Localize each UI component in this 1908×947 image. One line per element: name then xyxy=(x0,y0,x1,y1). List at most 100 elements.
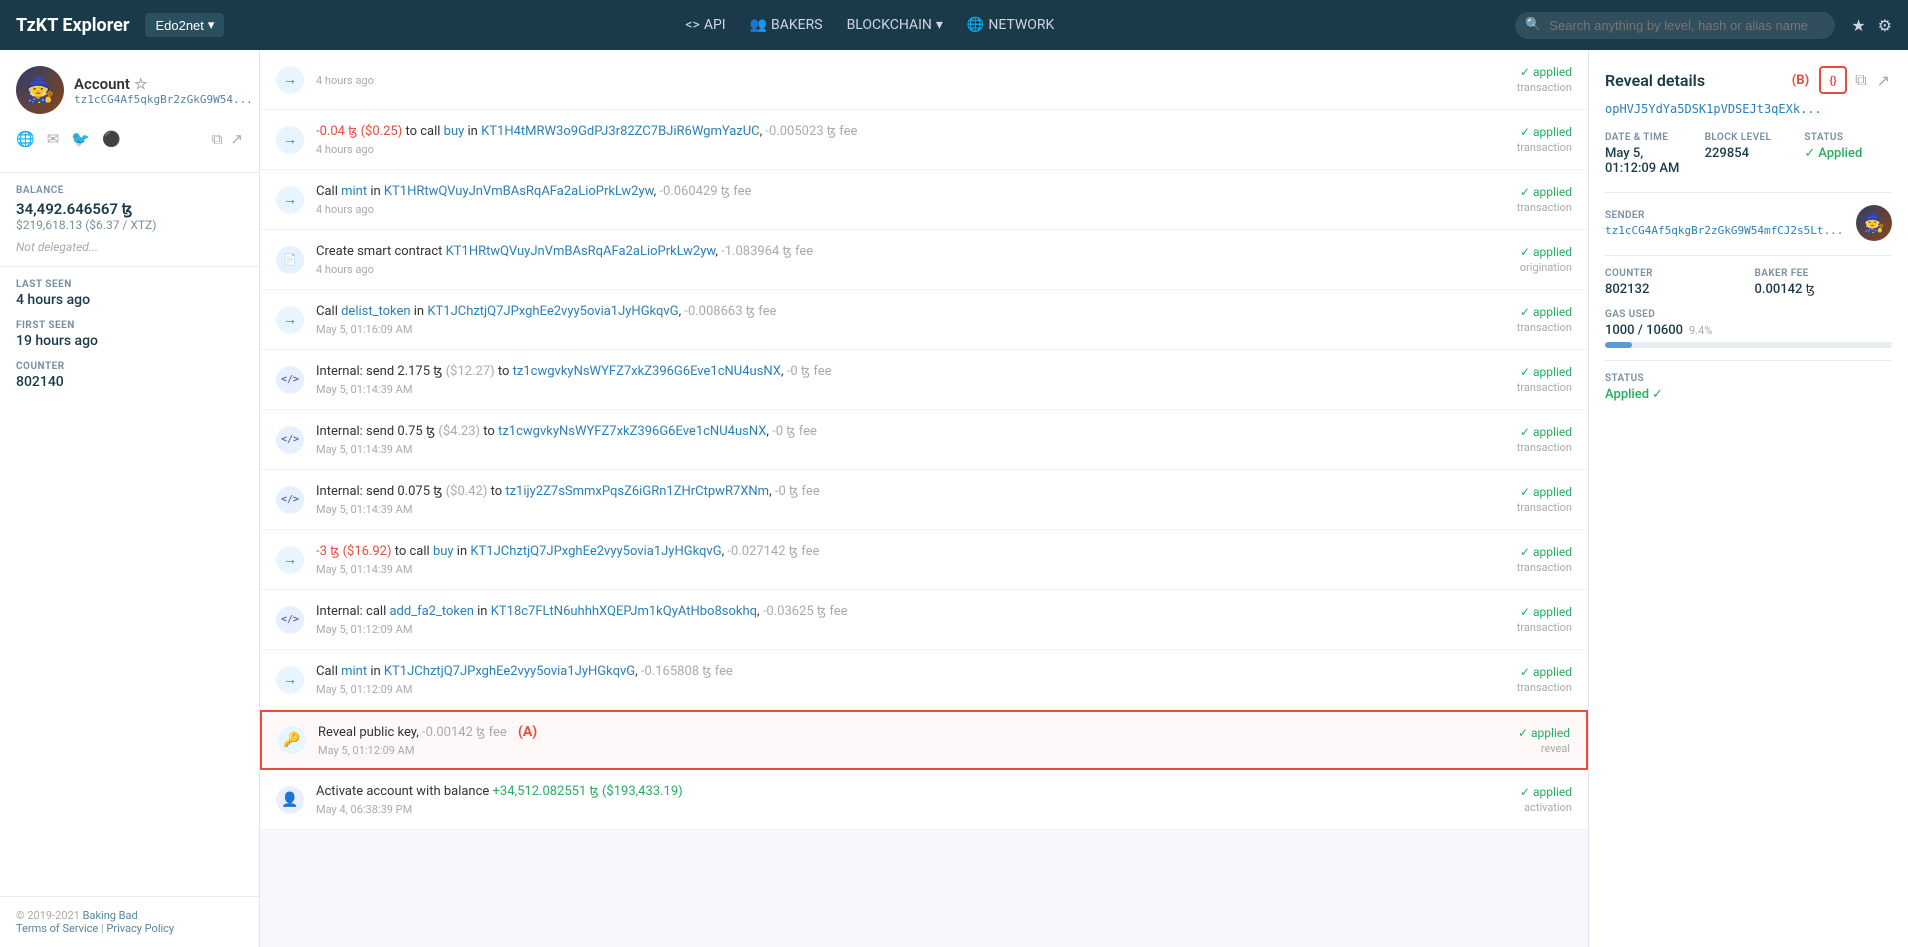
gas-bar-container xyxy=(1605,342,1892,348)
nav-bakers[interactable]: 👥 BAKERS xyxy=(750,17,823,33)
table-row[interactable]: 👤 Activate account with balance +34,512.… xyxy=(260,770,1588,830)
sender-address[interactable]: tz1cCG4Af5qkgBr2zGkG9W54mfCJ2s5Lt... xyxy=(1605,224,1843,237)
reveal-hash[interactable]: opHVJ5YdYa5DSK1pVDSEJt3qEXk... xyxy=(1605,102,1892,116)
tx-internal-icon: </> xyxy=(276,606,304,634)
tx-key-icon: 🔑 xyxy=(278,726,306,754)
tx-address-link[interactable]: tz1ijy2Z7sSmmxPqsZ6iGRn1ZHrCtpwR7XNm xyxy=(505,484,769,499)
tx-contract-link[interactable]: KT1HRtwQVuyJnVmBAsRqAFa2aLioPrkLw2yw xyxy=(384,184,654,199)
tx-body: Reveal public key, -0.00142 ꜩ fee (A) Ma… xyxy=(318,723,1468,758)
counter-baker-fee-row: Counter 802132 Baker fee 0.00142 ꜩ xyxy=(1605,268,1892,297)
table-row-reveal[interactable]: 🔑 Reveal public key, -0.00142 ꜩ fee (A) … xyxy=(260,710,1588,770)
baking-bad-link[interactable]: Baking Bad xyxy=(83,909,138,922)
tx-internal-icon: </> xyxy=(276,366,304,394)
tx-action-link[interactable]: add_fa2_token xyxy=(389,604,473,619)
search-input[interactable] xyxy=(1515,12,1835,39)
table-row[interactable]: </> Internal: send 2.175 ꜩ ($12.27) to t… xyxy=(260,350,1588,410)
stats-section: LAST SEEN 4 hours ago FIRST SEEN 19 hour… xyxy=(0,267,259,414)
tx-body: -3 ꜩ ($16.92) to call buy in KT1JChztjQ7… xyxy=(316,543,1470,576)
table-row[interactable]: 📄 Create smart contract KT1HRtwQVuyJnVmB… xyxy=(260,230,1588,290)
tx-body: Create smart contract KT1HRtwQVuyJnVmBAs… xyxy=(316,243,1470,276)
reveal-title: Reveal details xyxy=(1605,71,1705,90)
tx-contract-link[interactable]: KT1JChztjQ7JPxghEe2vyy5ovia1JyHGkqvG xyxy=(427,304,678,319)
table-row[interactable]: → Call mint in KT1JChztjQ7JPxghEe2vyy5ov… xyxy=(260,650,1588,710)
last-seen-stat: LAST SEEN 4 hours ago xyxy=(16,279,243,308)
account-info: Account ☆ tz1cCG4Af5qkgBr2zGkG9W54... xyxy=(74,75,253,106)
tx-action-link[interactable]: buy xyxy=(444,124,465,139)
settings-icon[interactable]: ⚙ xyxy=(1878,16,1892,35)
gas-bar-fill xyxy=(1605,342,1632,348)
globe-icon[interactable]: 🌐 xyxy=(16,130,35,148)
reveal-header: Reveal details (B) {} ⧉ ↗ xyxy=(1605,66,1892,94)
table-row[interactable]: → Call mint in KT1HRtwQVuyJnVmBAsRqAFa2a… xyxy=(260,170,1588,230)
globe-icon: 🌐 xyxy=(967,17,984,33)
tx-contract-link[interactable]: KT1JChztjQ7JPxghEe2vyy5ovia1JyHGkqvG xyxy=(384,664,635,679)
tx-address-link[interactable]: tz1cwgvkyNsWYFZ7xkZ396G6Eve1cNU4usNX xyxy=(498,424,766,439)
copy-icon[interactable]: ⧉ xyxy=(1853,68,1868,92)
divider xyxy=(1605,192,1892,193)
account-section: 🧙 Account ☆ tz1cCG4Af5qkgBr2zGkG9W54... … xyxy=(0,50,259,173)
tx-internal-icon: </> xyxy=(276,486,304,514)
tx-address-link[interactable]: tz1cwgvkyNsWYFZ7xkZ396G6Eve1cNU4usNX xyxy=(513,364,781,379)
tx-arrow-icon: → xyxy=(276,186,304,214)
counter-stat: COUNTER 802140 xyxy=(16,361,243,390)
first-seen-stat: FIRST SEEN 19 hours ago xyxy=(16,320,243,349)
logo: TzKT Explorer xyxy=(16,15,129,36)
table-row[interactable]: → Call delist_token in KT1JChztjQ7JPxghE… xyxy=(260,290,1588,350)
table-row[interactable]: </> Internal: call add_fa2_token in KT18… xyxy=(260,590,1588,650)
nav-api[interactable]: <> API xyxy=(685,17,725,33)
date-time-item: Date & time May 5, 01:12:09 AM xyxy=(1605,132,1693,176)
tos-link[interactable]: Terms of Service xyxy=(16,922,98,935)
tx-status: ✓ applied transaction xyxy=(1482,425,1572,454)
tx-body: Internal: call add_fa2_token in KT18c7FL… xyxy=(316,603,1470,636)
table-row[interactable]: </> Internal: send 0.075 ꜩ ($0.42) to tz… xyxy=(260,470,1588,530)
favorite-icon[interactable]: ☆ xyxy=(134,75,147,93)
twitter-icon[interactable]: 🐦 xyxy=(71,130,90,148)
copy-icon[interactable]: ⧉ xyxy=(212,130,223,148)
tx-body: Call delist_token in KT1JChztjQ7JPxghEe2… xyxy=(316,303,1470,336)
tx-action-link[interactable]: delist_token xyxy=(341,304,410,319)
tx-contract-link[interactable]: KT1H4tMRW3o9GdPJ3r82ZC7BJiR6WgmYazUC xyxy=(481,124,760,139)
share-icon[interactable]: ↗ xyxy=(230,130,243,148)
gas-used-row: Gas used 1000 / 10600 9.4% xyxy=(1605,309,1892,348)
bookmark-icon[interactable]: ★ xyxy=(1851,16,1865,35)
tx-status: ✓ applied transaction xyxy=(1482,665,1572,694)
json-view-button[interactable]: {} xyxy=(1819,66,1847,94)
nav-blockchain[interactable]: BLOCKCHAIN ▾ xyxy=(847,17,943,33)
nav-network[interactable]: 🌐 NETWORK xyxy=(967,17,1054,33)
tx-body: Activate account with balance +34,512.08… xyxy=(316,783,1470,816)
status-item: Status ✓ Applied xyxy=(1804,132,1892,176)
network-selector[interactable]: Edo2net ▾ xyxy=(145,13,224,37)
tx-status: ✓ applied transaction xyxy=(1482,305,1572,334)
header-actions: ★ ⚙ xyxy=(1851,16,1892,35)
detail-grid-top: Date & time May 5, 01:12:09 AM Block lev… xyxy=(1605,132,1892,176)
tx-action-link[interactable]: buy xyxy=(433,544,454,559)
tx-arrow-icon: → xyxy=(276,66,304,94)
check-icon: ✓ xyxy=(1652,387,1663,402)
balance-section: BALANCE 34,492.646567 ꜩ $219,618.13 ($6.… xyxy=(0,173,259,267)
tx-contract-link[interactable]: KT1JChztjQ7JPxghEe2vyy5ovia1JyHGkqvG xyxy=(470,544,721,559)
final-status-row: Status Applied ✓ xyxy=(1605,373,1892,402)
tx-contract-link[interactable]: KT18c7FLtN6uhhhXQEPJm1kQyAtHbo8sokhq xyxy=(491,604,757,619)
tx-body: -0.04 ꜩ ($0.25) to call buy in KT1H4tMRW… xyxy=(316,123,1470,156)
table-row[interactable]: </> Internal: send 0.75 ꜩ ($4.23) to tz1… xyxy=(260,410,1588,470)
tx-status: ✓ applied transaction xyxy=(1482,545,1572,574)
tx-action-link[interactable]: mint xyxy=(341,664,367,679)
share-icon[interactable]: ↗ xyxy=(1875,69,1892,92)
tx-arrow-icon: → xyxy=(276,546,304,574)
table-row[interactable]: → -3 ꜩ ($16.92) to call buy in KT1JChztj… xyxy=(260,530,1588,590)
email-icon[interactable]: ✉ xyxy=(47,130,60,148)
table-row[interactable]: → 4 hours ago ✓ applied transaction xyxy=(260,50,1588,110)
sender-section: Sender tz1cCG4Af5qkgBr2zGkG9W54mfCJ2s5Lt… xyxy=(1605,205,1892,241)
github-icon[interactable]: ⚫ xyxy=(102,130,121,148)
reveal-details-panel: Reveal details (B) {} ⧉ ↗ opHVJ5YdYa5DSK… xyxy=(1588,50,1908,947)
counter-item: Counter 802132 xyxy=(1605,268,1743,297)
chevron-down-icon: ▾ xyxy=(936,17,943,33)
tx-body: Call mint in KT1HRtwQVuyJnVmBAsRqAFa2aLi… xyxy=(316,183,1470,216)
search-wrapper: 🔍 xyxy=(1515,12,1835,39)
tx-status: ✓ applied origination xyxy=(1482,245,1572,274)
tx-contract-link[interactable]: KT1HRtwQVuyJnVmBAsRqAFa2aLioPrkLw2yw xyxy=(446,244,716,259)
tx-status: ✓ applied transaction xyxy=(1482,65,1572,94)
privacy-link[interactable]: Privacy Policy xyxy=(106,922,174,935)
table-row[interactable]: → -0.04 ꜩ ($0.25) to call buy in KT1H4tM… xyxy=(260,110,1588,170)
tx-action-link[interactable]: mint xyxy=(341,184,367,199)
